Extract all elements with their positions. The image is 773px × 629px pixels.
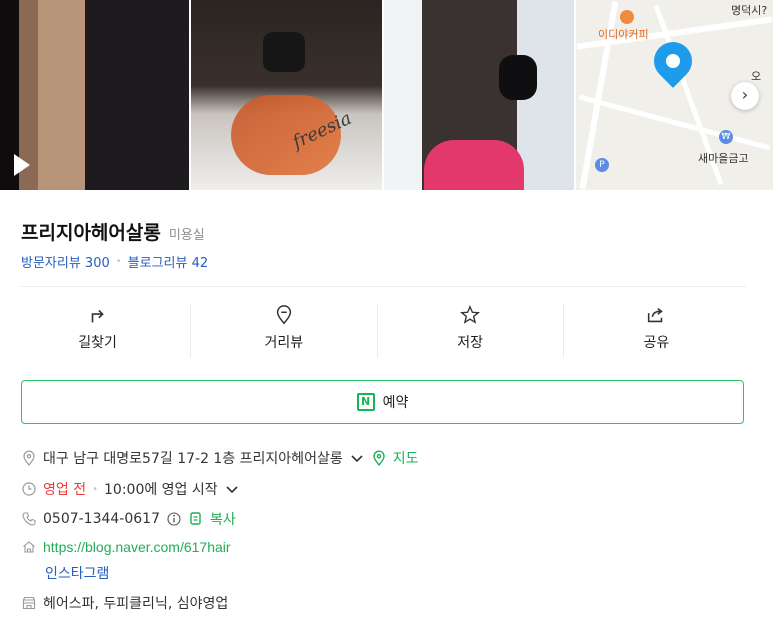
naver-booking-icon: N — [356, 393, 375, 411]
visitor-reviews-link[interactable]: 방문자리뷰 300 — [21, 252, 110, 271]
services-text: 헤어스파, 두피클리닉, 심야영업 — [43, 596, 229, 612]
action-bar: 길찾기 거리뷰 저장 공유 — [5, 304, 749, 358]
address-row: 대구 남구 대명로57길 17-2 1층 프리지아헤어살롱 지도 — [21, 448, 418, 468]
reserve-button[interactable]: N 예약 — [21, 380, 744, 424]
separator-dot: • — [115, 256, 122, 267]
location-icon — [23, 450, 35, 466]
street-view-label: 거리뷰 — [264, 335, 304, 351]
blog-reviews-link[interactable]: 블로그리뷰 42 — [128, 252, 208, 271]
phone-row: 0507-1344-0617 복사 — [21, 509, 236, 529]
share-button[interactable]: 공유 — [564, 304, 749, 358]
directions-icon — [91, 309, 104, 323]
hours-row: 영업 전 • 10:00에 영업 시작 — [21, 479, 240, 499]
place-header: 프리지아헤어살롱 미용실 — [21, 218, 205, 245]
phone-icon — [22, 512, 36, 526]
divider — [21, 286, 746, 287]
reserve-label: 예약 — [382, 395, 409, 411]
play-icon[interactable] — [14, 154, 30, 176]
copy-icon — [190, 512, 201, 525]
homepage-link[interactable]: https://blog.naver.com/617hair — [43, 539, 231, 555]
store-icon — [22, 596, 36, 610]
next-photo-button[interactable]: › — [731, 82, 759, 110]
copy-button[interactable]: 복사 — [210, 509, 236, 529]
open-time-text[interactable]: 10:00에 영업 시작 — [104, 479, 218, 499]
cafe-poi-icon — [620, 10, 634, 24]
save-button[interactable]: 저장 — [378, 304, 564, 358]
map-thumbnail[interactable]: 명덕시? 이디야커피 오 › ₩ 새마을금고 P — [576, 0, 773, 190]
bank-poi-icon: ₩ — [719, 130, 733, 144]
photo-3[interactable] — [384, 0, 574, 190]
services-row: 헤어스파, 두피클리닉, 심야영업 — [21, 593, 228, 613]
photo-clothing-shape — [424, 140, 524, 190]
map-label-bank: 새마을금고 — [698, 152, 749, 165]
map-link[interactable]: 지도 — [393, 448, 419, 468]
instagram-link[interactable]: 인스타그램 — [45, 563, 109, 583]
photo-1[interactable] — [0, 0, 189, 190]
street-view-button[interactable]: 거리뷰 — [191, 304, 378, 358]
save-label: 저장 — [457, 335, 483, 351]
directions-label: 길찾기 — [78, 335, 117, 351]
review-links: 방문자리뷰 300 • 블로그리뷰 42 — [21, 252, 208, 271]
photo-mask-shape — [499, 55, 537, 100]
directions-button[interactable]: 길찾기 — [5, 304, 192, 358]
phone-number[interactable]: 0507-1344-0617 — [43, 511, 160, 527]
place-name: 프리지아헤어살롱 — [21, 222, 161, 244]
street-view-icon — [276, 305, 292, 325]
photo-gallery[interactable]: freesia 명덕시? 이디야커피 오 › ₩ 새마을금고 P — [0, 0, 773, 190]
address-text[interactable]: 대구 남구 대명로57길 17-2 1층 프리지아헤어살롱 — [43, 448, 343, 468]
photo-2[interactable]: freesia — [191, 0, 382, 190]
homepage-row: https://blog.naver.com/617hair — [21, 539, 231, 555]
map-label: 오 — [751, 70, 762, 83]
place-category: 미용실 — [168, 228, 205, 243]
parking-poi-icon: P — [595, 158, 609, 172]
location-pin-icon — [646, 34, 700, 88]
separator-dot: • — [92, 483, 98, 495]
home-icon — [23, 541, 35, 553]
map-label-cafe: 이디야커피 — [598, 28, 649, 41]
info-icon[interactable] — [166, 511, 182, 527]
clock-icon — [22, 482, 36, 496]
business-status: 영업 전 — [43, 482, 87, 498]
photo-mask-shape — [263, 32, 305, 72]
share-icon — [648, 307, 664, 323]
share-label: 공유 — [643, 335, 670, 351]
map-pin-icon — [373, 450, 385, 466]
star-icon — [460, 305, 481, 324]
chevron-down-icon[interactable] — [224, 481, 240, 497]
map-label: 명덕시? — [731, 4, 768, 17]
chevron-down-icon[interactable] — [349, 450, 365, 466]
